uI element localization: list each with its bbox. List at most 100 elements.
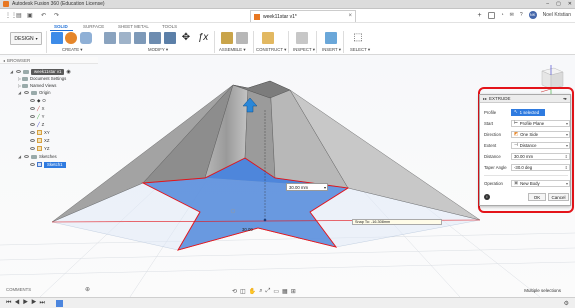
combine-icon[interactable]: [164, 32, 176, 44]
visibility-icon[interactable]: [30, 115, 35, 118]
grid-settings-icon[interactable]: ▦: [282, 288, 288, 295]
visibility-icon[interactable]: [30, 123, 35, 126]
collapse-arrow-icon[interactable]: ◢: [10, 69, 14, 74]
operation-dropdown[interactable]: ▣ New Body ▾: [511, 179, 570, 187]
browser-item-document-settings[interactable]: ▷ Document Settings: [18, 75, 66, 82]
browser-item-yz[interactable]: YZ: [28, 145, 50, 152]
info-icon[interactable]: i: [484, 194, 490, 200]
viewports-icon[interactable]: ⊞: [291, 288, 296, 295]
browser-item-sketch1[interactable]: Sketch1: [28, 161, 66, 168]
offset-plane-icon[interactable]: [262, 32, 274, 44]
new-component-icon[interactable]: [221, 32, 233, 44]
fit-icon[interactable]: ⤢: [266, 288, 271, 295]
browser-item-xy[interactable]: XY: [28, 129, 50, 136]
visibility-icon[interactable]: [30, 163, 35, 166]
look-at-icon[interactable]: ◫: [240, 288, 246, 295]
save-icon[interactable]: ▣: [27, 12, 33, 20]
user-name[interactable]: Noel Kristian: [543, 12, 571, 18]
taper-angle-input[interactable]: -30.0 deg ⇕: [511, 163, 570, 171]
extrude-icon[interactable]: [65, 32, 77, 44]
close-tab-icon[interactable]: ×: [348, 13, 352, 19]
ok-button[interactable]: OK: [528, 193, 546, 201]
timeline-sketch-icon[interactable]: [56, 300, 63, 307]
browser-item-y[interactable]: ╱ Y: [28, 113, 44, 120]
extensions-icon[interactable]: [487, 11, 495, 19]
distance-heads-up-input[interactable]: 30.00 mm ▾: [286, 183, 328, 191]
browser-item-named-views[interactable]: ▷ Named Views: [18, 82, 56, 89]
redo-icon[interactable]: ↷: [54, 12, 59, 20]
browser-item-o[interactable]: ◆ O: [28, 97, 46, 104]
browser-item-origin[interactable]: ◢ Origin: [18, 89, 50, 96]
visibility-icon[interactable]: [16, 70, 21, 73]
dialog-menu-icon[interactable]: ▪▸: [563, 96, 567, 102]
browser-item-sketches[interactable]: ◢ Sketches: [18, 153, 57, 160]
grip-icon[interactable]: ▸▸: [483, 96, 487, 101]
fillet-icon[interactable]: [119, 32, 131, 44]
direction-dropdown[interactable]: ◩ One Side ▾: [511, 130, 570, 138]
start-dropdown[interactable]: ⊢ Profile Plane ▾: [511, 119, 570, 127]
visibility-icon[interactable]: [30, 139, 35, 142]
move-icon[interactable]: ✥: [180, 32, 192, 44]
visibility-icon[interactable]: [24, 155, 29, 158]
collapse-icon[interactable]: ◂: [3, 58, 5, 63]
revolve-icon[interactable]: [80, 32, 92, 44]
avatar[interactable]: NK: [528, 11, 537, 19]
add-comment-icon[interactable]: ⊕: [85, 286, 90, 293]
collapse-arrow-icon[interactable]: ◢: [18, 154, 22, 159]
shell-icon[interactable]: [149, 32, 161, 44]
job-status-icon[interactable]: ◔: [501, 12, 504, 18]
visibility-icon[interactable]: [24, 91, 29, 94]
visibility-icon[interactable]: [30, 107, 35, 110]
orbit-icon[interactable]: ⟲: [232, 288, 237, 295]
browser-item-z[interactable]: ╱ Z: [28, 121, 44, 128]
collapse-arrow-icon[interactable]: ◢: [18, 90, 22, 95]
modify-group-label[interactable]: MODIFY ▾: [148, 47, 168, 53]
distance-input[interactable]: 30.00 mm ⇕: [511, 152, 570, 160]
new-sketch-icon[interactable]: [51, 32, 63, 44]
comments-panel[interactable]: COMMENTS ⊕: [0, 285, 98, 293]
dialog-header[interactable]: ▸▸ EXTRUDE ▪▸: [480, 95, 570, 103]
timeline-controls[interactable]: ⏮◀▶▶⏭: [6, 300, 48, 307]
visibility-icon[interactable]: [30, 99, 35, 102]
display-settings-icon[interactable]: ▭: [273, 288, 279, 295]
measure-icon[interactable]: [296, 32, 308, 44]
tab-sheet-metal[interactable]: SHEET METAL: [118, 24, 149, 30]
file-icon[interactable]: ▤: [16, 12, 22, 20]
insert-group-label[interactable]: INSERT ▾: [322, 47, 341, 53]
tab-surface[interactable]: SURFACE: [83, 24, 104, 30]
create-group-label[interactable]: CREATE ▾: [62, 47, 82, 53]
notifications-icon[interactable]: ✉: [510, 12, 514, 18]
visibility-icon[interactable]: [30, 131, 35, 134]
new-tab-icon[interactable]: +: [478, 12, 482, 19]
document-tab[interactable]: week11star v1* ×: [250, 10, 356, 22]
browser-item-x[interactable]: ╱ X: [28, 105, 44, 112]
browser-root[interactable]: ◢ week11star v1 ◉: [10, 68, 71, 75]
function-icon[interactable]: ƒx: [197, 32, 209, 44]
browser-header[interactable]: ◂ BROWSER: [0, 57, 98, 64]
pan-icon[interactable]: ✋: [249, 288, 256, 295]
help-icon[interactable]: ?: [520, 12, 523, 18]
tab-tools[interactable]: TOOLS: [162, 24, 177, 30]
workspace-switcher[interactable]: DESIGN ▾: [10, 32, 42, 45]
stepper-icon[interactable]: ⇕: [565, 165, 568, 170]
profile-selector[interactable]: ↖ 1 selected: [511, 108, 545, 116]
select-group-label[interactable]: SELECT ▾: [350, 47, 370, 53]
construct-group-label[interactable]: CONSTRUCT ▾: [256, 47, 286, 53]
extent-dropdown[interactable]: ⊣ Distance ▾: [511, 141, 570, 149]
insert-icon[interactable]: [325, 32, 337, 44]
browser-item-xz[interactable]: XZ: [28, 137, 50, 144]
undo-icon[interactable]: ↶: [41, 12, 46, 20]
timeline-settings-icon[interactable]: ⚙: [564, 300, 569, 307]
stepper-icon[interactable]: ⇕: [565, 154, 568, 159]
press-pull-icon[interactable]: [104, 32, 116, 44]
inspect-group-label[interactable]: INSPECT ▾: [293, 47, 315, 53]
maximize-button[interactable]: ▢: [556, 1, 561, 7]
close-window-button[interactable]: ✕: [568, 1, 572, 7]
activate-radio-icon[interactable]: ◉: [66, 69, 70, 75]
zoom-icon[interactable]: ⌕: [259, 288, 262, 295]
chamfer-icon[interactable]: [134, 32, 146, 44]
visibility-icon[interactable]: [30, 147, 35, 150]
select-icon[interactable]: ⬚: [352, 32, 364, 44]
assemble-group-label[interactable]: ASSEMBLE ▾: [219, 47, 246, 53]
minimize-button[interactable]: –: [546, 1, 549, 7]
